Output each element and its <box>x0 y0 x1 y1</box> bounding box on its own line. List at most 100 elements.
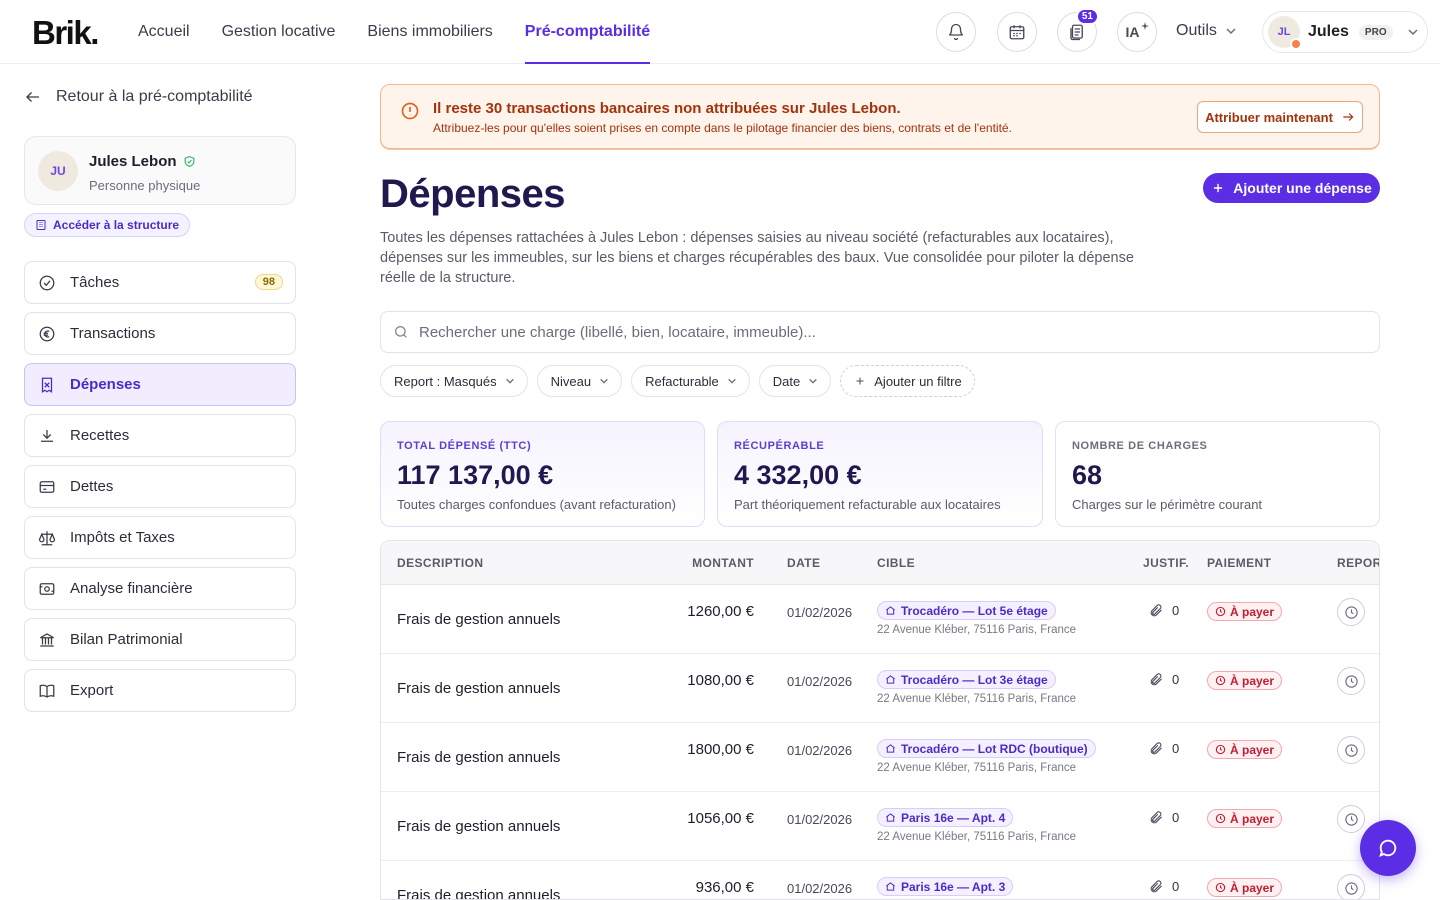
filter-niveau[interactable]: Niveau <box>536 365 623 397</box>
structure-link[interactable]: Accéder à la structure <box>24 213 191 237</box>
row-justif[interactable]: 0 <box>1149 603 1179 618</box>
clock-alert-icon <box>1215 744 1226 755</box>
sidebar-item-dettes[interactable]: Dettes <box>24 465 296 508</box>
report-button[interactable] <box>1337 598 1365 626</box>
documents-badge: 51 <box>1075 8 1099 25</box>
target-address: 22 Avenue Kléber, 75116 Paris, France <box>877 762 1077 774</box>
back-link[interactable]: Retour à la pré-comptabilité <box>24 88 253 106</box>
stat-total-depense: TOTAL DÉPENSÉ (TTC) 117 137,00 € Toutes … <box>380 421 705 527</box>
tools-menu[interactable]: Outils <box>1176 22 1237 40</box>
sidebar-item-bilan-patrimonial[interactable]: Bilan Patrimonial <box>24 618 296 661</box>
row-date: 01/02/2026 <box>787 812 853 827</box>
row-justif[interactable]: 0 <box>1149 741 1179 756</box>
ia-button[interactable]: IA <box>1117 12 1157 52</box>
payment-status-badge[interactable]: À payer <box>1207 671 1283 690</box>
report-button[interactable] <box>1337 874 1365 899</box>
clock-alert-icon <box>1215 882 1226 893</box>
nav-gestion-locative[interactable]: Gestion locative <box>222 0 336 64</box>
search-bar <box>380 311 1380 353</box>
row-description: Frais de gestion annuels <box>397 887 561 900</box>
page-description: Toutes les dépenses rattachées à Jules L… <box>380 230 1134 286</box>
col-date[interactable]: DATE <box>787 556 820 570</box>
chevron-down-icon <box>505 378 514 384</box>
add-filter-button[interactable]: Ajouter un filtre <box>840 365 975 397</box>
row-target: Paris 16e — Apt. 322 Avenue Kléber, 7511… <box>877 877 1076 899</box>
search-input[interactable] <box>419 323 1319 341</box>
filter-date[interactable]: Date <box>758 365 832 397</box>
check-circle-icon <box>38 274 56 292</box>
sidebar-item-depenses[interactable]: Dépenses <box>24 363 296 406</box>
alert-subtitle: Attribuez-les pour qu'elles soient prise… <box>433 121 1012 135</box>
col-amount[interactable]: MONTANT <box>692 556 754 570</box>
row-description: Frais de gestion annuels <box>397 818 561 835</box>
sidebar-item-impots-taxes[interactable]: Impôts et Taxes <box>24 516 296 559</box>
row-justif[interactable]: 0 <box>1149 810 1179 825</box>
nav-biens-immobiliers[interactable]: Biens immobiliers <box>367 0 492 64</box>
col-payment[interactable]: PAIEMENT <box>1207 556 1271 570</box>
table-row[interactable]: Frais de gestion annuels 1800,00 € 01/02/2… <box>381 723 1379 792</box>
col-target[interactable]: CIBLE <box>877 556 915 570</box>
filter-report[interactable]: Report : Masqués <box>380 365 528 397</box>
paperclip-icon <box>1150 673 1162 686</box>
report-button[interactable] <box>1337 667 1365 695</box>
nav-pre-comptabilite[interactable]: Pré-comptabilité <box>524 0 651 64</box>
row-justif[interactable]: 0 <box>1149 672 1179 687</box>
target-pill[interactable]: Paris 16e — Apt. 3 <box>877 877 1014 896</box>
brik-logo[interactable]: Brik. <box>32 14 99 52</box>
sidebar-item-export[interactable]: Export <box>24 669 296 712</box>
assign-now-button[interactable]: Attribuer maintenant <box>1197 101 1363 133</box>
target-pill[interactable]: Trocadéro — Lot RDC (boutique) <box>877 739 1096 758</box>
receipt-icon <box>38 376 56 394</box>
payment-status-badge[interactable]: À payer <box>1207 809 1283 828</box>
documents-icon <box>1070 24 1083 41</box>
payment-status-badge[interactable]: À payer <box>1207 602 1283 621</box>
target-pill[interactable]: Trocadéro — Lot 5e étage <box>877 601 1056 620</box>
table-header: DESCRIPTION MONTANT DATE CIBLE JUSTIF. P… <box>381 541 1379 585</box>
user-menu[interactable]: JL Jules PRO <box>1262 11 1428 53</box>
table-row[interactable]: Frais de gestion annuels 1080,00 € 01/02/2… <box>381 654 1379 723</box>
table-row[interactable]: Frais de gestion annuels 1260,00 € 01/02/2… <box>381 585 1379 654</box>
chevron-down-icon <box>1408 29 1418 36</box>
filter-refacturable[interactable]: Refacturable <box>631 365 750 397</box>
report-button[interactable] <box>1337 736 1365 764</box>
target-address: 22 Avenue Kléber, 75116 Paris, France <box>877 624 1077 636</box>
sidebar-item-taches[interactable]: Tâches 98 <box>24 261 296 304</box>
unassigned-transactions-alert: Il reste 30 transactions bancaires non a… <box>380 84 1380 149</box>
target-pill[interactable]: Paris 16e — Apt. 4 <box>877 808 1014 827</box>
calendar-button[interactable] <box>997 12 1037 52</box>
sidebar-item-analyse-financiere[interactable]: Analyse financière <box>24 567 296 610</box>
target-pill[interactable]: Trocadéro — Lot 3e étage <box>877 670 1056 689</box>
home-icon <box>886 606 895 615</box>
report-button[interactable] <box>1337 805 1365 833</box>
add-expense-button[interactable]: Ajouter une dépense <box>1203 173 1380 203</box>
notifications-button[interactable] <box>936 12 976 52</box>
row-justif[interactable]: 0 <box>1149 879 1179 894</box>
sidebar-item-recettes[interactable]: Recettes <box>24 414 296 457</box>
row-target: Trocadéro — Lot RDC (boutique) 22 Avenue … <box>877 739 1096 774</box>
sidebar-item-transactions[interactable]: Transactions <box>24 312 296 355</box>
col-justif[interactable]: JUSTIF. <box>1143 556 1189 570</box>
stat-caption: Part théoriquement refacturable aux loca… <box>734 497 1001 512</box>
calendar-icon <box>1009 25 1025 40</box>
documents-button[interactable]: 51 <box>1057 8 1099 52</box>
bell-icon <box>948 23 964 41</box>
row-amount: 1056,00 € <box>687 810 754 827</box>
nav-accueil[interactable]: Accueil <box>138 0 190 64</box>
entity-avatar: JU <box>38 151 78 191</box>
paperclip-icon <box>1150 604 1162 617</box>
col-report[interactable]: REPORT <box>1337 556 1379 570</box>
col-description[interactable]: DESCRIPTION <box>397 556 483 570</box>
chat-button[interactable] <box>1360 820 1416 876</box>
alert-title: Il reste 30 transactions bancaires non a… <box>433 100 901 117</box>
row-date: 01/02/2026 <box>787 881 853 896</box>
paperclip-icon <box>1150 742 1162 755</box>
payment-status-badge[interactable]: À payer <box>1207 740 1283 759</box>
row-description: Frais de gestion annuels <box>397 611 561 628</box>
status-dot <box>1290 38 1302 50</box>
entity-card[interactable]: JU Jules Lebon Personne physique <box>24 136 296 205</box>
payment-status-badge[interactable]: À payer <box>1207 878 1283 897</box>
table-row[interactable]: Frais de gestion annuels 936,00 € 01/02/20… <box>381 861 1379 900</box>
row-target: Trocadéro — Lot 5e étage 22 Avenue Kléber… <box>877 601 1076 636</box>
chevron-down-icon <box>1226 28 1236 35</box>
table-row[interactable]: Frais de gestion annuels 1056,00 € 01/02/2… <box>381 792 1379 861</box>
